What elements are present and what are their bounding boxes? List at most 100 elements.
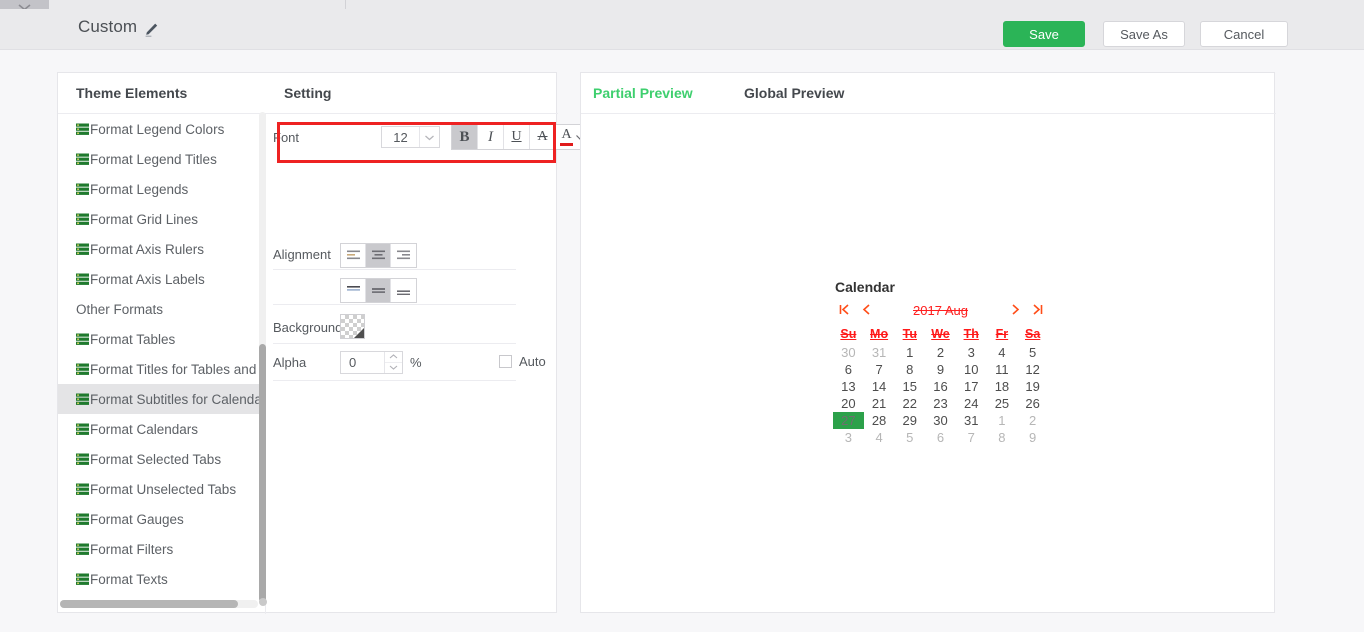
theme-element-item[interactable]: Format Legend Titles [58, 144, 265, 174]
theme-list-vertical-thumb[interactable] [259, 344, 266, 602]
next-icon[interactable] [1004, 303, 1026, 319]
theme-element-item[interactable]: Format Legend Colors [58, 114, 265, 144]
calendar-day[interactable]: 23 [925, 395, 956, 412]
calendar-day[interactable]: 15 [894, 378, 925, 395]
italic-button[interactable]: I [478, 125, 504, 149]
font-style-toolbar[interactable]: B I U A A [451, 124, 589, 150]
cancel-button[interactable]: Cancel [1200, 21, 1288, 47]
calendar-day[interactable]: 21 [864, 395, 895, 412]
calendar-day-selected[interactable]: 27 [833, 412, 864, 429]
calendar-day[interactable]: 17 [956, 378, 987, 395]
calendar-day[interactable]: 6 [833, 361, 864, 378]
font-size-combo[interactable]: 12 [381, 126, 440, 148]
chevron-down-icon[interactable] [419, 127, 439, 147]
calendar-day[interactable]: 1 [894, 344, 925, 361]
stepper-down-icon[interactable] [385, 363, 402, 374]
calendar-day[interactable]: 9 [925, 361, 956, 378]
calendar-day[interactable]: 30 [833, 344, 864, 361]
calendar-weekday-header[interactable]: Mo [864, 324, 895, 344]
align-right-icon[interactable] [391, 244, 416, 267]
calendar-weekday-header[interactable]: Su [833, 324, 864, 344]
calendar-day[interactable]: 8 [987, 429, 1018, 446]
alpha-stepper[interactable]: 0 [340, 351, 403, 374]
save-button[interactable]: Save [1003, 21, 1085, 47]
calendar-weekday-header[interactable]: Tu [894, 324, 925, 344]
theme-element-item[interactable]: Format Titles for Tables and Filt [58, 354, 265, 384]
theme-list-horizontal-thumb[interactable] [60, 600, 238, 608]
theme-element-item[interactable]: Format Gauges [58, 504, 265, 534]
calendar-day[interactable]: 31 [864, 344, 895, 361]
align-middle-icon[interactable] [366, 279, 391, 302]
calendar-day[interactable]: 5 [1017, 344, 1048, 361]
calendar-day[interactable]: 12 [1017, 361, 1048, 378]
stepper-up-icon[interactable] [385, 352, 402, 363]
calendar-day[interactable]: 30 [925, 412, 956, 429]
horizontal-alignment-group[interactable] [340, 243, 417, 268]
tab-partial-preview[interactable]: Partial Preview [593, 85, 693, 101]
calendar-day[interactable]: 10 [956, 361, 987, 378]
calendar-day[interactable]: 22 [894, 395, 925, 412]
theme-list-horizontal-scrollbar[interactable] [60, 600, 258, 608]
calendar-day[interactable]: 6 [925, 429, 956, 446]
theme-element-item[interactable]: Format Subtitles for Calendars [58, 384, 265, 414]
calendar-day[interactable]: 11 [987, 361, 1018, 378]
calendar-day[interactable]: 3 [956, 344, 987, 361]
vertical-alignment-group[interactable] [340, 278, 417, 303]
calendar-day[interactable]: 25 [987, 395, 1018, 412]
theme-element-item[interactable]: Format Axis Labels [58, 264, 265, 294]
align-center-icon[interactable] [366, 244, 391, 267]
pencil-icon[interactable] [142, 21, 160, 39]
calendar-day[interactable]: 28 [864, 412, 895, 429]
calendar-weekday-header[interactable]: Fr [987, 324, 1018, 344]
theme-element-item[interactable]: Format Grid Lines [58, 204, 265, 234]
calendar-weekday-header[interactable]: Th [956, 324, 987, 344]
calendar-day[interactable]: 16 [925, 378, 956, 395]
calendar-day[interactable]: 7 [864, 361, 895, 378]
calendar-day[interactable]: 1 [987, 412, 1018, 429]
calendar-day[interactable]: 31 [956, 412, 987, 429]
calendar-grid[interactable]: Su Mo Tu We Th Fr Sa 30 31 1 2 3 4 5 6 7 8 9 10 11 12 13 14 15 1… [833, 324, 1048, 446]
theme-element-item[interactable]: Format Selected Tabs [58, 444, 265, 474]
alpha-spinner-buttons[interactable] [384, 352, 402, 373]
calendar-day[interactable]: 2 [1017, 412, 1048, 429]
last-page-icon[interactable] [1026, 303, 1048, 319]
theme-element-item[interactable]: Format Filters [58, 534, 265, 564]
theme-element-item[interactable]: Format Calendars [58, 414, 265, 444]
theme-element-item[interactable]: Other Formats [58, 294, 265, 324]
align-left-icon[interactable] [341, 244, 366, 267]
calendar-day[interactable]: 14 [864, 378, 895, 395]
tab-global-preview[interactable]: Global Preview [744, 85, 844, 101]
calendar-day[interactable]: 18 [987, 378, 1018, 395]
calendar-day[interactable]: 29 [894, 412, 925, 429]
calendar-day[interactable]: 5 [894, 429, 925, 446]
background-color-swatch[interactable] [340, 314, 365, 339]
calendar-day[interactable]: 7 [956, 429, 987, 446]
theme-element-item[interactable]: Format Unselected Tabs [58, 474, 265, 504]
prev-icon[interactable] [855, 303, 877, 319]
calendar-day[interactable]: 24 [956, 395, 987, 412]
theme-element-item[interactable]: Format Tables [58, 324, 265, 354]
theme-element-item[interactable]: Format Axis Rulers [58, 234, 265, 264]
theme-elements-list[interactable]: Format Legend Colors Format Legend Title… [58, 114, 265, 614]
calendar-weekday-header[interactable]: We [925, 324, 956, 344]
auto-checkbox-row[interactable]: Auto [499, 354, 546, 369]
save-as-button[interactable]: Save As [1103, 21, 1185, 47]
calendar-weekday-header[interactable]: Sa [1017, 324, 1048, 344]
calendar-day[interactable]: 19 [1017, 378, 1048, 395]
calendar-day[interactable]: 8 [894, 361, 925, 378]
align-top-icon[interactable] [341, 279, 366, 302]
theme-element-item[interactable]: Format Legends [58, 174, 265, 204]
theme-list-vertical-scrollbar[interactable] [259, 112, 266, 604]
calendar-day[interactable]: 26 [1017, 395, 1048, 412]
align-bottom-icon[interactable] [391, 279, 416, 302]
calendar-day[interactable]: 4 [987, 344, 1018, 361]
calendar-day[interactable]: 3 [833, 429, 864, 446]
calendar-day[interactable]: 20 [833, 395, 864, 412]
theme-element-item[interactable]: Format Texts [58, 564, 265, 594]
auto-checkbox[interactable] [499, 355, 512, 368]
calendar-day[interactable]: 2 [925, 344, 956, 361]
bold-button[interactable]: B [452, 125, 478, 149]
strikethrough-button[interactable]: A [530, 125, 556, 149]
first-page-icon[interactable] [833, 303, 855, 319]
calendar-month-label[interactable]: 2017 Aug [877, 303, 1004, 318]
